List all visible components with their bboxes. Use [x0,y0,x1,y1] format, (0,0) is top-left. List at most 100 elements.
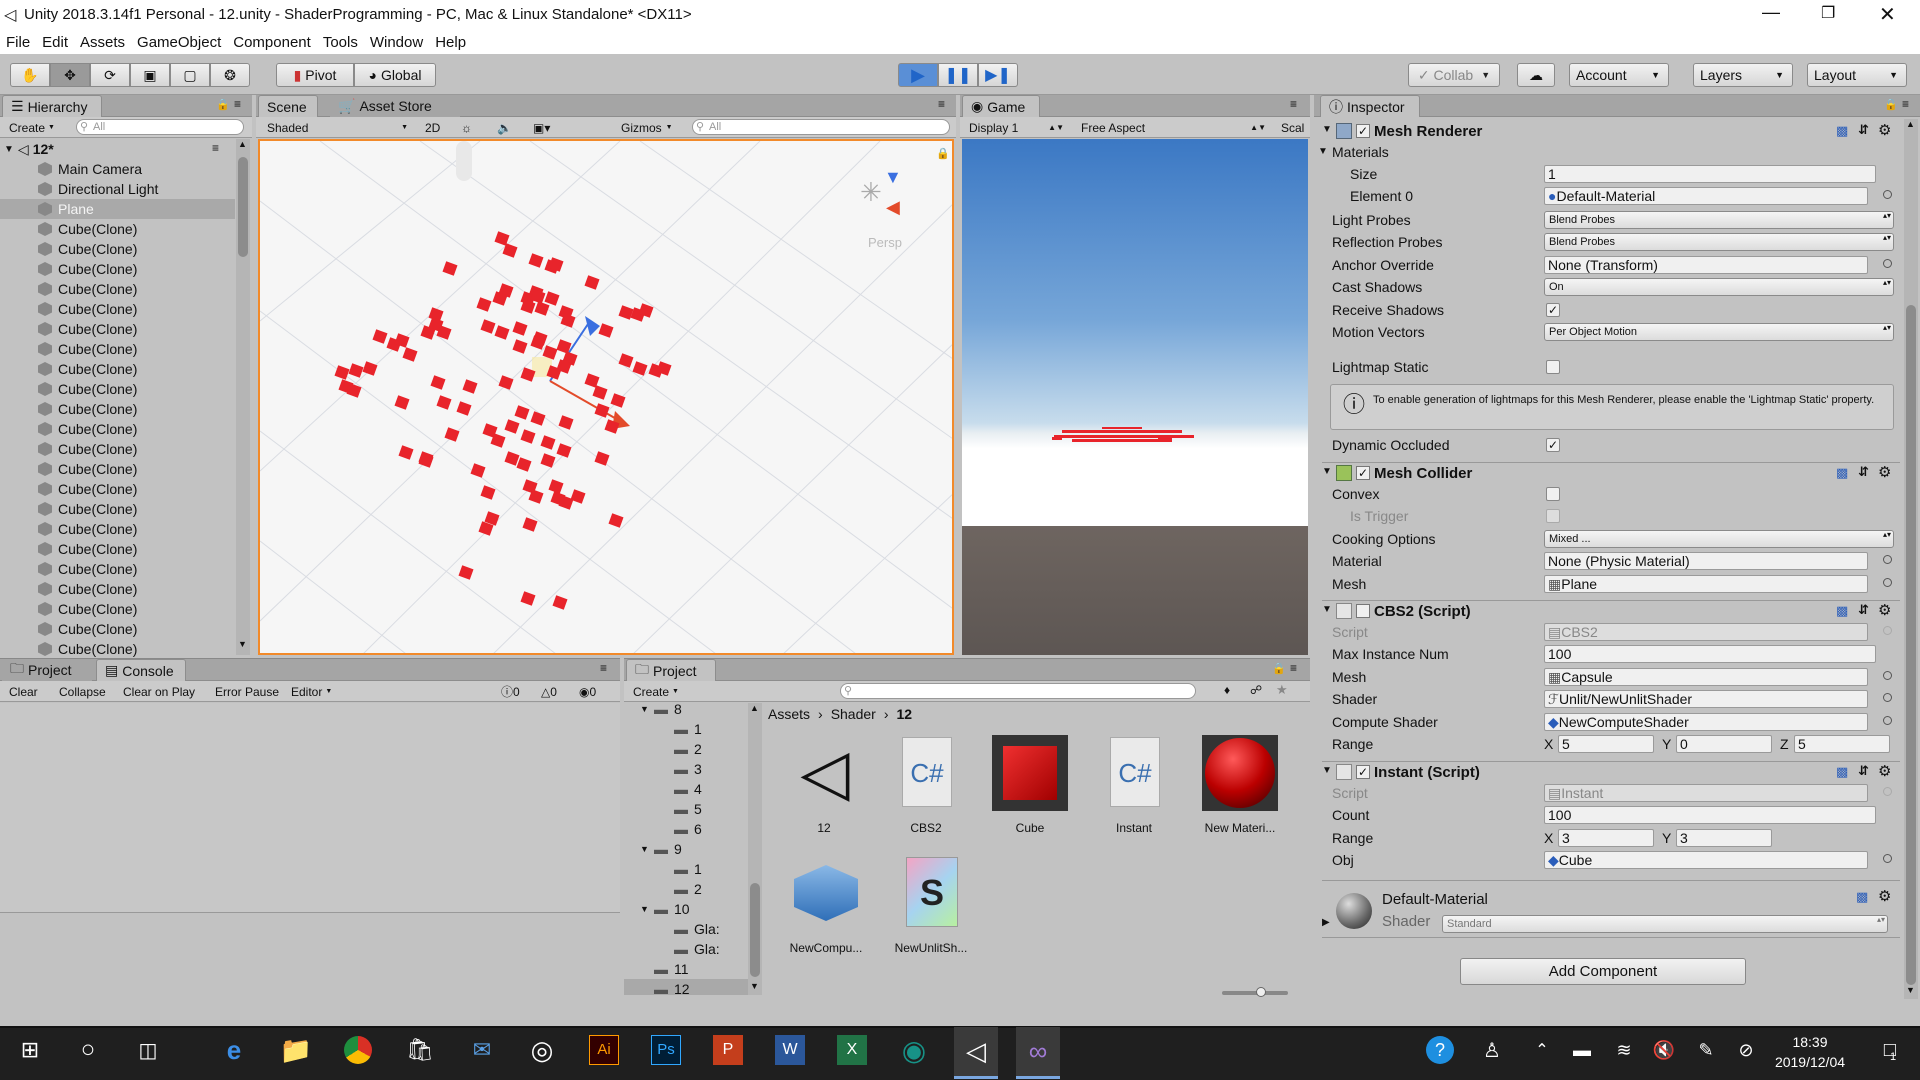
scroll-thumb[interactable] [238,157,248,257]
scene-root-row[interactable]: ▼ ◁ 12* ≡ [0,139,235,159]
object-picker-icon[interactable] [1883,854,1892,863]
cast-shadows-dropdown[interactable]: On [1544,278,1894,296]
menu-edit[interactable]: Edit [42,34,68,51]
cbs2-script-header[interactable]: ▼ CBS2 (Script) ▩ ⇵ ⚙ [1322,600,1900,622]
unity-hub-icon[interactable]: ◎ [520,1028,564,1072]
foldout-arrow-icon[interactable]: ▼ [1322,765,1332,776]
menu-gameobject[interactable]: GameObject [137,34,221,51]
menu-icon[interactable]: ≡ [1902,97,1909,111]
materials-foldout[interactable]: ▼ Materials [1318,142,1878,163]
gizmos-dropdown[interactable]: Gizmos ▼ [616,119,678,136]
hierarchy-item[interactable]: Cube(Clone) [0,559,235,579]
help-icon[interactable]: ▩ [1836,465,1848,481]
folder-tree-item[interactable]: ▼ ▬ 9 [624,839,748,859]
lightmap-static-checkbox[interactable] [1546,360,1560,374]
object-picker-icon[interactable] [1883,578,1892,587]
lighting-toggle-icon[interactable]: ☼ [456,119,477,136]
preset-icon[interactable]: ⇵ [1858,763,1869,779]
folder-tree-item[interactable]: ▬ 4 [624,779,748,799]
help-circle-icon[interactable]: ? [1418,1028,1462,1072]
object-picker-icon[interactable] [1883,190,1892,199]
menu-tools[interactable]: Tools [323,34,358,51]
collab-button[interactable]: ✓ Collab ▼ [1408,63,1500,87]
transform-tool-icon[interactable]: ❂ [210,63,250,87]
scroll-up-icon[interactable]: ▲ [238,139,247,149]
excel-icon[interactable]: X [830,1028,874,1072]
object-picker-icon[interactable] [1883,716,1892,725]
console-log-area[interactable] [0,703,620,913]
hierarchy-item[interactable]: Plane [0,199,235,219]
restore-icon[interactable]: ❐ [1821,3,1835,23]
asset-new-material[interactable]: New Materi... [1198,735,1282,845]
light-probes-dropdown[interactable]: Blend Probes [1544,211,1894,229]
gizmo-lock-icon[interactable]: 🔒 [936,147,950,160]
tab-scene[interactable]: Scene [258,95,318,117]
mesh-collider-enabled-checkbox[interactable]: ✓ [1356,466,1370,480]
move-tool-icon[interactable]: ✥ [50,63,90,87]
file-explorer-icon[interactable]: 📁 [274,1028,318,1072]
gear-icon[interactable]: ⚙ [1878,463,1891,481]
foldout-arrow-icon[interactable]: ▶ [1322,917,1330,928]
hierarchy-item[interactable]: Cube(Clone) [0,339,235,359]
reflection-probes-dropdown[interactable]: Blend Probes [1544,233,1894,251]
hierarchy-create-button[interactable]: Create ▼ [4,119,60,136]
max-instance-field[interactable]: 100 [1544,645,1876,663]
folder-tree-item[interactable]: ▼ ▬ 10 [624,899,748,919]
menu-icon[interactable]: ≡ [1290,97,1297,111]
expand-arrow-icon[interactable]: ▼ [4,144,14,155]
photoshop-icon[interactable]: Ps [644,1028,688,1072]
collapse-button[interactable]: Collapse [54,683,111,700]
menu-file[interactable]: File [6,34,30,51]
hierarchy-item[interactable]: Cube(Clone) [0,599,235,619]
scroll-thumb[interactable] [1906,305,1916,985]
audio-toggle-icon[interactable]: 🔈 [492,119,517,136]
word-icon[interactable]: W [768,1028,812,1072]
effects-dropdown-icon[interactable]: ▣▾ [528,119,555,136]
warning-filter-toggle[interactable]: △ 0 [536,683,562,700]
folder-tree-item[interactable]: ▬ 3 [624,759,748,779]
gear-icon[interactable]: ⚙ [1878,601,1891,619]
visual-studio-icon[interactable]: ∞ [1016,1027,1060,1079]
minimize-icon[interactable]: — [1762,2,1780,23]
object-picker-icon[interactable] [1883,555,1892,564]
chrome-icon[interactable] [336,1028,380,1072]
error-pause-button[interactable]: Error Pause [210,683,284,700]
menu-help[interactable]: Help [435,34,466,51]
dynamic-occluded-checkbox[interactable]: ✓ [1546,438,1560,452]
store-icon[interactable]: 🛍 [398,1028,442,1072]
foldout-arrow-icon[interactable]: ▼ [1318,146,1328,157]
gear-icon[interactable]: ⚙ [1878,762,1891,780]
folder-tree-item[interactable]: ▬ 5 [624,799,748,819]
hierarchy-item[interactable]: Cube(Clone) [0,479,235,499]
step-button[interactable]: ▶❚ [978,63,1018,87]
count-field[interactable]: 100 [1544,806,1876,824]
pause-button[interactable]: ❚❚ [938,63,978,87]
hierarchy-item[interactable]: Main Camera [0,159,235,179]
hierarchy-item[interactable]: Cube(Clone) [0,259,235,279]
collider-material-field[interactable]: None (Physic Material) [1544,552,1868,570]
lock-icon[interactable]: 🔒 [216,98,230,111]
tab-game[interactable]: ◉ Game [962,95,1040,117]
help-icon[interactable]: ▩ [1836,764,1848,780]
cooking-options-dropdown[interactable]: Mixed ... [1544,530,1894,548]
shading-mode-dropdown[interactable]: Shaded ▼ [262,119,412,136]
foldout-arrow-icon[interactable]: ▼ [1322,604,1332,615]
hierarchy-item[interactable]: Directional Light [0,179,235,199]
project-search-input[interactable]: ⚲ [840,683,1196,699]
expand-arrow-icon[interactable]: ▼ [640,704,649,714]
scale-tool-icon[interactable]: ▣ [130,63,170,87]
element-0-field[interactable]: ●Default-Material [1544,187,1868,205]
material-shader-dropdown[interactable]: Standard [1442,915,1888,933]
tab-hierarchy[interactable]: ☰ Hierarchy [2,95,102,117]
icon-size-slider[interactable] [1222,987,1288,997]
folder-tree-item[interactable]: ▬ Gla: [624,919,748,939]
cloud-button[interactable]: ☁ [1517,63,1555,87]
anchor-override-field[interactable]: None (Transform) [1544,256,1868,274]
error-filter-toggle[interactable]: ◉ 0 [574,683,601,700]
preset-icon[interactable]: ⇵ [1858,122,1869,138]
game-viewport[interactable] [962,139,1308,655]
slider-thumb[interactable] [1256,987,1266,997]
scene-gizmo[interactable]: ▼ ◀ ✳ [848,167,908,227]
instant-range-y-field[interactable]: 3 [1676,829,1772,847]
object-picker-icon[interactable] [1883,259,1892,268]
